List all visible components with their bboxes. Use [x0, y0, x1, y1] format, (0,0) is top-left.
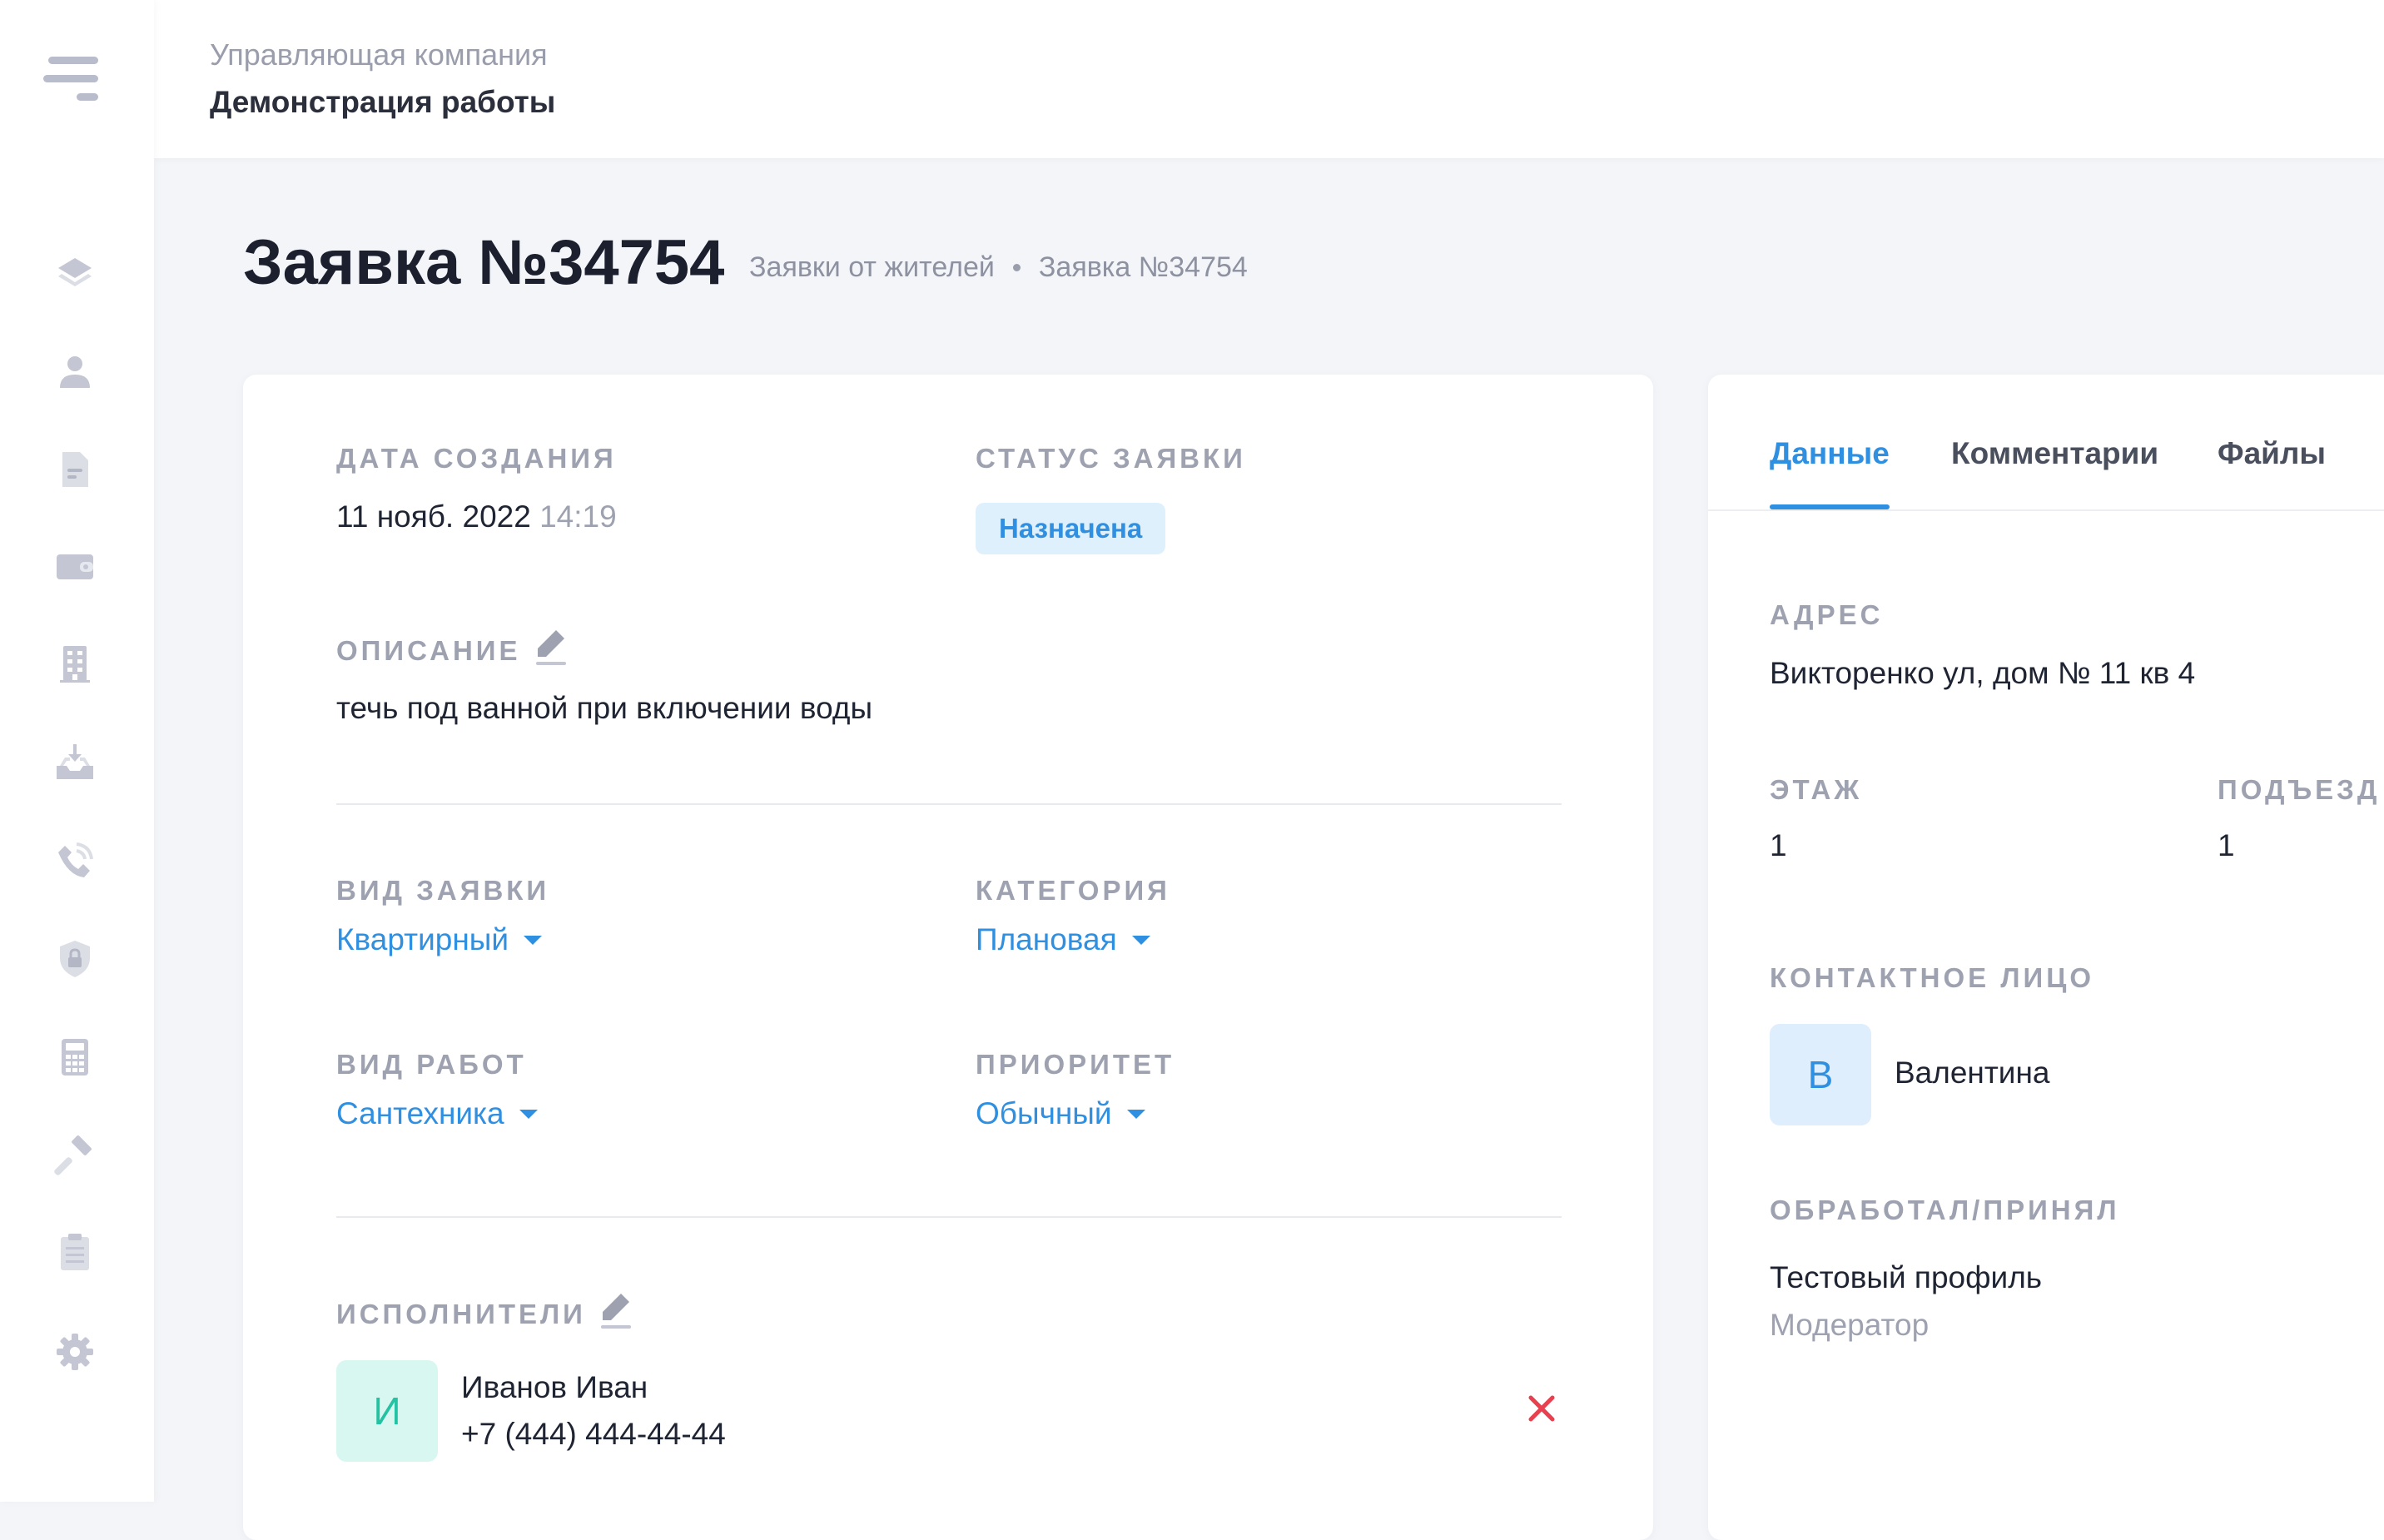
executors-label: Исполнители: [336, 1299, 586, 1329]
created-date: 11 нояб. 2022: [336, 499, 531, 534]
contact-name: Валентина: [1895, 1056, 2050, 1090]
created-date-label: Дата создания: [336, 443, 617, 474]
page-title: Заявка №34754: [243, 227, 725, 298]
status-badge: Назначена: [976, 503, 1166, 554]
chevron-down-icon: [1126, 1109, 1145, 1119]
category-label: Категория: [976, 875, 1170, 906]
description-label: Описание: [336, 635, 521, 666]
tab-comments[interactable]: Комментарии: [1951, 436, 2158, 471]
work-type-dropdown[interactable]: Сантехника: [336, 1096, 538, 1131]
address-value: Викторенко ул, дом № 11 кв 4: [1770, 656, 2196, 690]
entrance-label: Подъезд: [2218, 774, 2381, 805]
document-icon[interactable]: [52, 446, 98, 493]
category-dropdown[interactable]: Плановая: [976, 922, 1150, 957]
floor-label: Этаж: [1770, 774, 1863, 805]
executor-name: Иванов Иван: [461, 1370, 648, 1404]
breadcrumb-separator: [1012, 264, 1021, 271]
layers-icon[interactable]: [52, 248, 98, 295]
priority-dropdown[interactable]: Обычный: [976, 1096, 1145, 1131]
shield-lock-icon[interactable]: [52, 936, 98, 982]
tab-data[interactable]: Данные: [1770, 436, 1890, 471]
created-time: 14:19: [539, 499, 617, 534]
priority-label: Приоритет: [976, 1049, 1175, 1080]
breadcrumb-link-requests[interactable]: Заявки от жителей: [749, 251, 995, 284]
company-name[interactable]: Демонстрация работы: [210, 85, 555, 120]
gear-icon[interactable]: [52, 1329, 98, 1375]
edit-executors-icon[interactable]: [599, 1292, 633, 1330]
top-bar: Управляющая компания Демонстрация работы: [154, 0, 2384, 158]
executor-avatar: И: [336, 1360, 438, 1462]
chevron-down-icon: [519, 1109, 538, 1119]
clipboard-icon[interactable]: [52, 1229, 98, 1275]
processed-by-name: Тестовый профиль: [1770, 1260, 2043, 1294]
work-type-value: Сантехника: [336, 1096, 504, 1130]
status-label: Статус заявки: [976, 443, 1246, 474]
category-value: Плановая: [976, 922, 1117, 956]
processed-by-role: Модератор: [1770, 1308, 1930, 1342]
edit-description-icon[interactable]: [534, 628, 568, 667]
request-info-card: Дата создания 11 нояб. 2022 14:19 Статус…: [243, 375, 1653, 1540]
menu-toggle-icon[interactable]: [43, 55, 98, 103]
wallet-icon[interactable]: [52, 543, 98, 589]
active-tab-indicator: [1770, 504, 1890, 509]
divider: [336, 803, 1562, 805]
address-label: Адрес: [1770, 599, 1884, 630]
inbox-download-icon[interactable]: [52, 739, 98, 786]
request-type-dropdown[interactable]: Квартирный: [336, 922, 543, 957]
hammer-icon[interactable]: [52, 1132, 98, 1179]
created-date-value: 11 нояб. 2022 14:19: [336, 499, 617, 534]
request-type-value: Квартирный: [336, 922, 509, 956]
breadcrumb-current: Заявка №34754: [1038, 251, 1248, 283]
breadcrumb: Заявки от жителей Заявка №34754: [749, 251, 1248, 284]
request-details-card: Данные Комментарии Файлы Адрес Викторенк…: [1708, 375, 2384, 1540]
floor-value: 1: [1770, 828, 1787, 862]
request-type-label: Вид заявки: [336, 875, 550, 906]
phone-icon[interactable]: [52, 837, 98, 884]
tabs-border: [1708, 509, 2384, 511]
user-icon[interactable]: [52, 348, 98, 395]
sidebar: [0, 0, 154, 1502]
priority-value: Обычный: [976, 1096, 1112, 1130]
chevron-down-icon: [1131, 935, 1150, 945]
tab-files[interactable]: Файлы: [2218, 436, 2326, 471]
divider: [336, 1216, 1562, 1218]
remove-executor-icon[interactable]: [1525, 1392, 1558, 1425]
contact-avatar: В: [1770, 1024, 1871, 1125]
contact-label: Контактное лицо: [1770, 962, 2094, 993]
description-text: течь под ванной при включении воды: [336, 691, 873, 725]
building-icon[interactable]: [52, 641, 98, 688]
entrance-value: 1: [2218, 828, 2235, 862]
calculator-icon[interactable]: [52, 1034, 98, 1080]
executor-phone: +7 (444) 444-44-44: [461, 1417, 726, 1451]
processed-by-label: Обработал/Принял: [1770, 1195, 2120, 1225]
work-type-label: Вид работ: [336, 1049, 527, 1080]
chevron-down-icon: [524, 935, 543, 945]
company-caption: Управляющая компания: [210, 37, 548, 72]
